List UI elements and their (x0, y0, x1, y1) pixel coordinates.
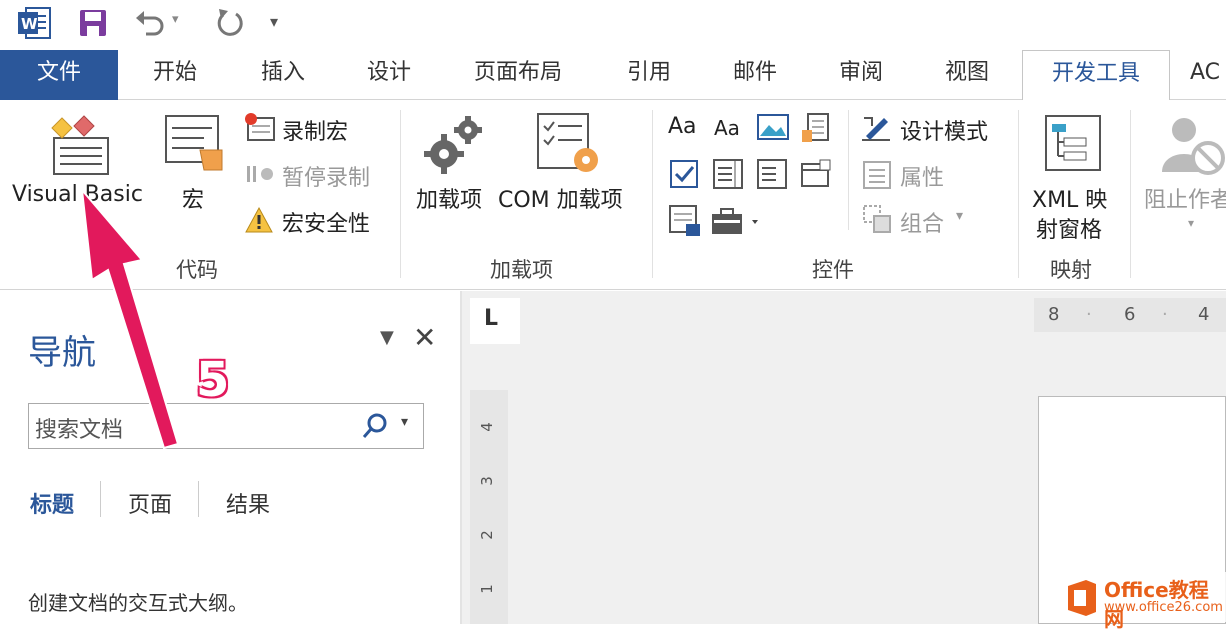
ruler-tick-label: 6 (1124, 304, 1136, 325)
mapping-group-label: 映射 (1050, 258, 1092, 282)
legacy-tools-icon[interactable] (710, 204, 764, 238)
undo-dropdown-icon[interactable]: ▾ (172, 12, 179, 27)
record-macro-button[interactable]: 录制宏 (282, 114, 348, 146)
rich-text-content-control-button[interactable]: Aa (668, 114, 697, 139)
tab-stop-selector[interactable]: L (470, 298, 520, 344)
group-separator (652, 110, 653, 278)
tab-review[interactable]: 审阅 (816, 50, 906, 100)
tab-developer[interactable]: 开发工具 (1022, 50, 1170, 101)
quick-access-toolbar: W ▾ ▾ (0, 0, 1226, 48)
group-icon (862, 204, 892, 234)
group-separator (1130, 110, 1131, 278)
search-icon[interactable] (361, 412, 389, 440)
annotation-step-number: 5 (196, 352, 230, 408)
ruler-tick-mark: · (1162, 304, 1168, 325)
tab-references[interactable]: 引用 (604, 50, 694, 100)
customize-qat-icon[interactable]: ▾ (270, 12, 278, 31)
ribbon-tabs: 文件 开始 插入 设计 页面布局 引用 邮件 审阅 视图 开发工具 AC (0, 50, 1226, 101)
xml-mapping-pane-label-line2: 射窗格 (1036, 218, 1103, 243)
block-authors-dropdown-icon: ▾ (1188, 216, 1195, 230)
checkbox-control-icon[interactable] (668, 158, 700, 190)
com-addins-icon[interactable] (536, 112, 602, 176)
pause-recording-icon (244, 162, 276, 186)
watermark-url: www.office26.com (1104, 600, 1223, 615)
controls-group-label: 控件 (812, 258, 854, 282)
group-separator (848, 110, 849, 230)
tab-page-layout[interactable]: 页面布局 (448, 50, 588, 100)
nav-tab-headings[interactable]: 标题 (30, 487, 74, 519)
left-tab-icon: L (484, 306, 499, 331)
nav-tab-results[interactable]: 结果 (226, 487, 270, 519)
combo-box-control-icon[interactable] (712, 158, 744, 190)
ruler-tick-mark: · (1086, 304, 1092, 325)
macro-security-button[interactable]: 宏安全性 (282, 206, 370, 238)
block-authors-icon (1158, 114, 1226, 176)
ruler-tick-label: 1 (477, 584, 496, 594)
group-separator (400, 110, 401, 278)
nav-tab-divider (198, 481, 199, 517)
date-picker-control-icon[interactable] (800, 158, 832, 190)
horizontal-ruler[interactable]: 8 · 6 · 4 (1034, 298, 1226, 332)
design-mode-button[interactable]: 设计模式 (900, 114, 988, 146)
nav-options-dropdown-icon[interactable]: ▼ (380, 327, 394, 348)
search-options-dropdown-icon[interactable]: ▾ (401, 414, 408, 430)
vertical-ruler[interactable]: 4 3 2 1 (470, 390, 508, 624)
tab-insert[interactable]: 插入 (238, 50, 328, 100)
design-mode-icon[interactable] (860, 112, 894, 144)
plain-text-content-control-button[interactable]: Aa (714, 116, 740, 140)
pane-splitter[interactable] (460, 291, 462, 624)
picture-control-icon[interactable] (756, 112, 790, 142)
addins-group-label: 加载项 (490, 258, 553, 282)
warning-icon (244, 206, 274, 234)
office-logo-icon (1064, 578, 1100, 618)
group-button: 组合 (900, 212, 945, 237)
xml-mapping-pane-icon[interactable] (1044, 114, 1104, 174)
tab-mailings[interactable]: 邮件 (710, 50, 800, 100)
word-logo-icon: W (18, 6, 52, 40)
ruler-tick-label: 3 (477, 476, 496, 486)
xml-mapping-pane-button[interactable]: XML 映 (1032, 182, 1107, 214)
group-separator (1018, 110, 1019, 278)
nav-tab-divider (100, 481, 101, 517)
watermark: Office教程网 www.office26.com (1060, 572, 1226, 631)
ruler-tick-label: 2 (477, 530, 496, 540)
tab-acrobat[interactable]: AC (1190, 50, 1226, 100)
repeating-section-control-icon[interactable] (668, 204, 702, 238)
annotation-arrow (60, 180, 200, 460)
tab-home[interactable]: 开始 (130, 50, 220, 100)
close-icon[interactable]: ✕ (413, 321, 436, 354)
save-icon[interactable] (78, 8, 108, 38)
addins-gear-icon[interactable] (424, 114, 484, 176)
ruler-tick-label: 4 (477, 422, 496, 432)
properties-icon (862, 160, 892, 190)
tab-design[interactable]: 设计 (344, 50, 434, 100)
group-dropdown-icon: ▾ (956, 208, 964, 224)
ruler-tick-label: 4 (1198, 304, 1210, 325)
redo-icon[interactable] (214, 6, 246, 38)
tab-view[interactable]: 视图 (922, 50, 1012, 100)
addins-button[interactable]: 加载项 (416, 182, 482, 214)
undo-icon[interactable] (134, 6, 166, 38)
com-addins-button[interactable]: COM 加载项 (498, 182, 623, 214)
macros-icon[interactable] (164, 114, 228, 178)
tab-file[interactable]: 文件 (0, 50, 118, 100)
ruler-tick-label: 8 (1048, 304, 1060, 325)
nav-tab-pages[interactable]: 页面 (128, 487, 172, 519)
svg-text:W: W (21, 15, 38, 33)
visual-basic-icon[interactable] (48, 112, 112, 176)
pause-recording-button: 暂停录制 (282, 166, 371, 191)
building-block-control-icon[interactable] (800, 112, 832, 144)
properties-button: 属性 (900, 166, 945, 191)
block-authors-button: 阻止作者 (1144, 188, 1226, 213)
dropdown-list-control-icon[interactable] (756, 158, 788, 190)
nav-pane-hint: 创建文档的交互式大纲。 (28, 591, 248, 615)
record-macro-icon[interactable] (244, 112, 276, 144)
